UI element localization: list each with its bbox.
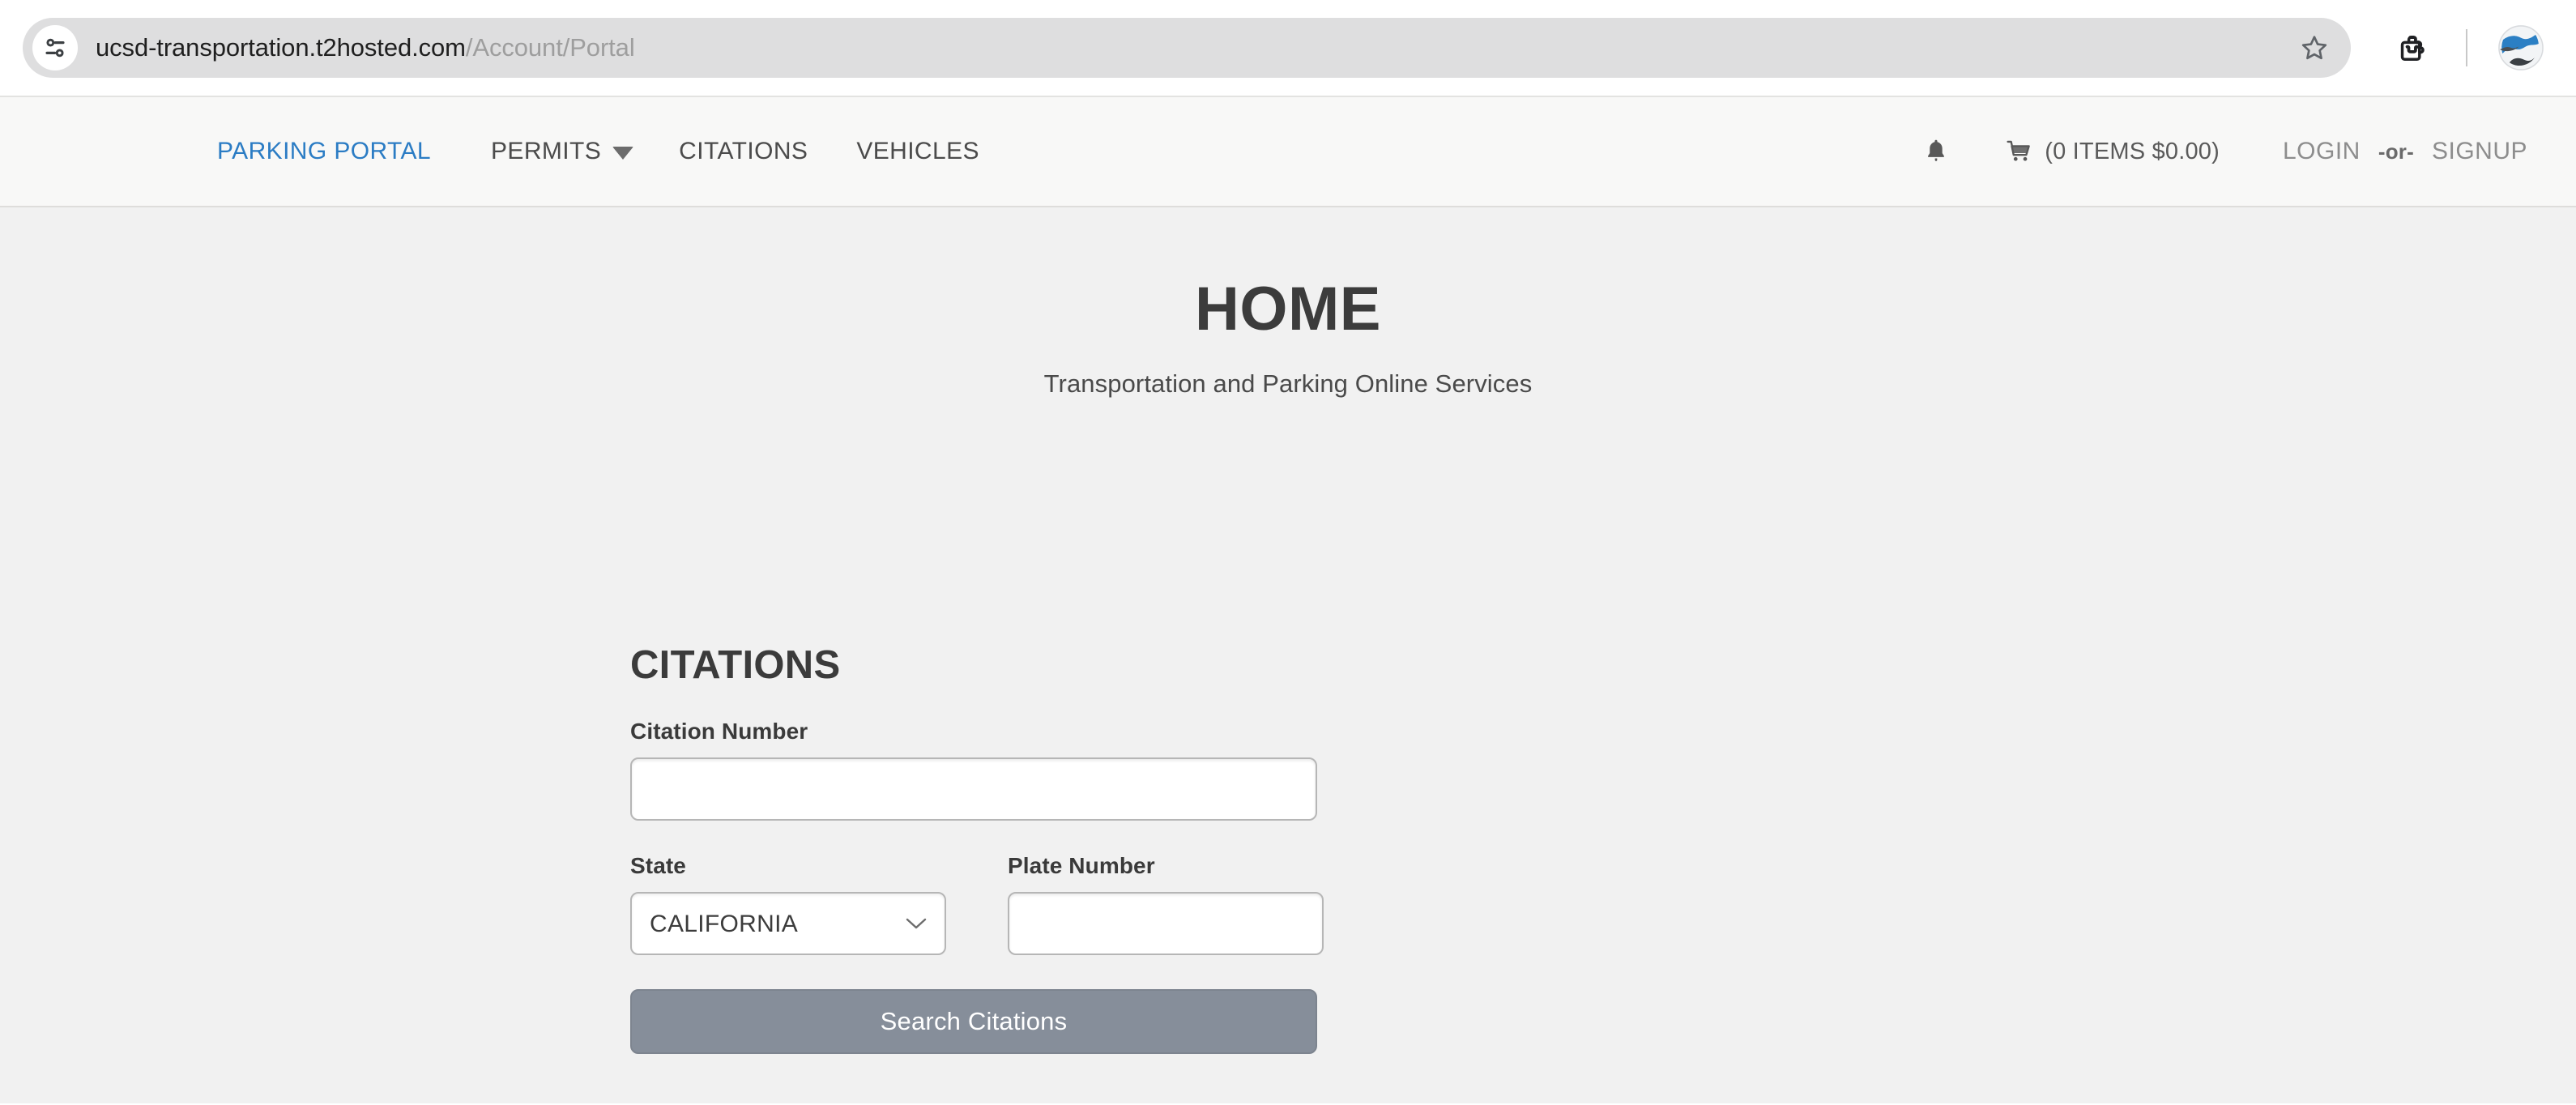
state-select[interactable]: CALIFORNIA (630, 892, 946, 955)
url-text[interactable]: ucsd-transportation.t2hosted.com/Account… (96, 33, 2289, 62)
page-subtitle: Transportation and Parking Online Servic… (1043, 369, 1533, 398)
bell-icon (1928, 139, 1945, 161)
nav-item-parking-portal[interactable]: PARKING PORTAL (217, 138, 467, 165)
citations-heading: CITATIONS (630, 643, 841, 687)
page-title: HOME (1195, 275, 1381, 343)
nav-label-permits: PERMITS (491, 138, 602, 164)
plate-number-label: Plate Number (1008, 853, 1155, 878)
state-label: State (630, 853, 686, 878)
browser-chrome: ucsd-transportation.t2hosted.com/Account… (0, 0, 2576, 96)
nav-label-parking-portal: PARKING PORTAL (217, 138, 431, 164)
nav-item-vehicles[interactable]: VEHICLES (832, 138, 1004, 165)
chevron-down-icon (612, 146, 634, 160)
state-field-group: State CALIFORNIA (630, 853, 946, 955)
shopping-cart-icon (2007, 140, 2031, 161)
star-icon[interactable] (2289, 23, 2339, 73)
search-citations-button[interactable]: Search Citations (630, 989, 1317, 1054)
signup-link[interactable]: SIGNUP (2432, 138, 2527, 165)
plate-number-input[interactable] (1008, 892, 1324, 955)
auth-links: LOGIN -or- SIGNUP (2247, 138, 2527, 165)
secondary-nav: (0 ITEMS $0.00) LOGIN -or- SIGNUP (1894, 137, 2527, 166)
cart-button[interactable]: (0 ITEMS $0.00) (1978, 139, 2247, 165)
citation-number-input[interactable] (630, 757, 1317, 821)
citations-search-form: CITATIONS Citation Number State CALIFORN… (630, 642, 1335, 1054)
address-bar[interactable]: ucsd-transportation.t2hosted.com/Account… (23, 18, 2351, 78)
puzzle-piece-icon[interactable] (2383, 19, 2442, 77)
primary-nav: PARKING PORTAL PERMITS CITATIONS VEHICLE… (217, 138, 1004, 165)
auth-separator: -or- (2378, 139, 2414, 164)
page-content: HOME Transportation and Parking Online S… (0, 207, 2576, 1103)
tune-icon[interactable] (32, 25, 78, 70)
citation-number-label: Citation Number (630, 719, 808, 744)
nav-item-citations[interactable]: CITATIONS (655, 138, 832, 165)
toolbar-divider (2466, 29, 2467, 66)
url-host: ucsd-transportation.t2hosted.com (96, 33, 466, 62)
site-navbar: PARKING PORTAL PERMITS CITATIONS VEHICLE… (0, 96, 2576, 207)
state-select-wrapper: CALIFORNIA (630, 892, 946, 955)
profile-avatar-icon[interactable] (2492, 19, 2550, 77)
nav-label-vehicles: VEHICLES (856, 138, 979, 164)
login-link[interactable]: LOGIN (2283, 138, 2361, 165)
plate-field-group: Plate Number (1008, 853, 1324, 955)
nav-item-permits[interactable]: PERMITS (467, 138, 655, 165)
state-plate-row: State CALIFORNIA Plate Number (630, 853, 1335, 955)
notifications-button[interactable] (1894, 137, 1978, 166)
cart-summary-text: (0 ITEMS $0.00) (2045, 138, 2220, 164)
chrome-action-buttons (2383, 19, 2553, 77)
nav-label-citations: CITATIONS (679, 138, 808, 164)
url-path: /Account/Portal (465, 33, 635, 62)
